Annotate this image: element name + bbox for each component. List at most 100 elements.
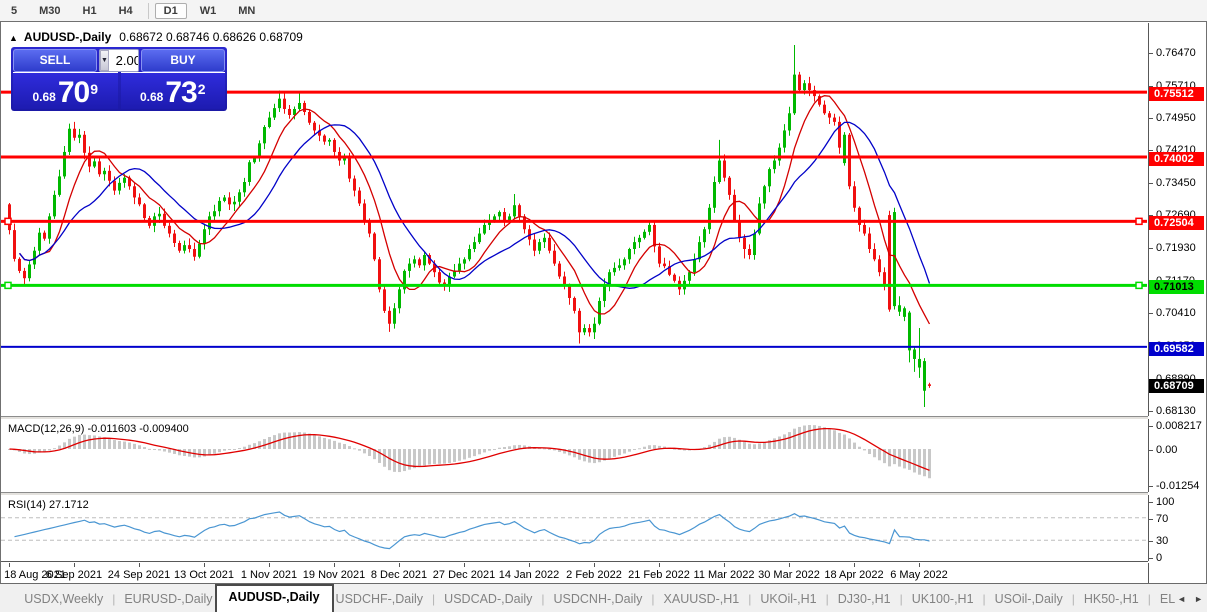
current-price-badge: 0.68709: [1149, 379, 1204, 394]
chart-tab-overflow[interactable]: EL: [1158, 592, 1177, 606]
date-label: 18 Apr 2022: [824, 569, 884, 581]
date-label: 6 May 2022: [890, 569, 948, 581]
tab-separator: |: [899, 591, 903, 606]
axis-label: [1149, 411, 1153, 413]
axis-label: 0.68130: [1156, 405, 1196, 418]
chart-tab-eurusd-daily[interactable]: EURUSD-,Daily: [122, 592, 214, 606]
chart-tab-usdx-weekly[interactable]: USDX,Weekly: [22, 592, 105, 606]
rsi-label: RSI(14) 27.1712: [8, 499, 89, 511]
date-tick: [919, 563, 920, 567]
price-chart-pane[interactable]: ▲ AUDUSD-,Daily 0.68672 0.68746 0.68626 0.…: [1, 23, 1149, 416]
chart-tab-dj30-h1[interactable]: DJ30-,H1: [836, 592, 893, 606]
axis-label: 30: [1156, 535, 1169, 548]
date-axis[interactable]: 18 Aug 2021 6 Sep 2021 24 Sep 2021 13 Oct 2…: [1, 563, 1149, 584]
axis-label: 100: [1156, 496, 1175, 508]
timeframe-button-m30[interactable]: M30: [30, 3, 69, 19]
chart-tab-bar: USDX,Weekly | EURUSD-,Daily AUDUSD-,Daily US…: [0, 583, 1207, 612]
date-label: 2 Feb 2022: [566, 569, 622, 581]
rsi-canvas[interactable]: [1, 495, 1147, 561]
date-label: 6 Sep 2021: [45, 569, 103, 581]
price-axis[interactable]: 0.764700.757100.749500.742100.734500.726…: [1149, 23, 1206, 584]
timeframe-button-d1[interactable]: D1: [154, 2, 187, 19]
date-tick: [724, 563, 725, 567]
axis-label: -0.01254: [1156, 480, 1200, 492]
chart-tab-usoil-daily[interactable]: USOil-,Daily: [993, 592, 1065, 606]
timeframe-button-h1[interactable]: H1: [74, 3, 106, 19]
date-tick: [399, 563, 400, 567]
sell-price-display[interactable]: 0.68 70 9: [13, 72, 118, 109]
axis-label: 0.76470: [1156, 47, 1196, 59]
tab-scroll-right-icon[interactable]: ►: [1194, 594, 1203, 604]
date-tick: [659, 563, 660, 567]
date-tick: [139, 563, 140, 567]
date-label: 14 Jan 2022: [498, 569, 560, 581]
date-label: 19 Nov 2021: [302, 569, 366, 581]
rsi-indicator-pane[interactable]: RSI(14) 27.1712: [1, 495, 1149, 561]
axis-label: 0.74950: [1156, 112, 1196, 125]
pane-divider: [1, 561, 1148, 562]
date-label: 21 Feb 2022: [628, 569, 690, 581]
volume-decrease-button[interactable]: ▼: [100, 50, 109, 71]
axis-label: [1149, 182, 1153, 184]
buy-button[interactable]: BUY: [141, 49, 225, 72]
sell-button[interactable]: SELL: [13, 49, 97, 72]
timeframe-button-w1[interactable]: W1: [191, 3, 226, 19]
sell-price-main: 70: [57, 76, 90, 109]
axis-label: [1149, 486, 1153, 487]
date-tick: [789, 563, 790, 567]
date-label: 24 Sep 2021: [107, 569, 171, 581]
macd-label: MACD(12,26,9) -0.011603 -0.009400: [8, 423, 189, 435]
chart-tab-hk50-h1[interactable]: HK50-,H1: [1082, 592, 1141, 606]
date-tick: [529, 563, 530, 567]
buy-price-display[interactable]: 0.68 73 2: [120, 72, 225, 109]
collapse-panel-icon[interactable]: ▲: [9, 33, 18, 43]
timeframe-button-h4[interactable]: H4: [110, 3, 142, 19]
tab-separator: |: [982, 591, 986, 606]
buy-price-prefix: 0.68: [139, 90, 164, 104]
volume-stepper: ▼ ▲: [99, 49, 139, 72]
chart-tab-xauusd-h1[interactable]: XAUUSD-,H1: [662, 592, 742, 606]
chart-window: ▲ AUDUSD-,Daily 0.68672 0.68746 0.68626 0.…: [0, 21, 1207, 585]
date-tick: [854, 563, 855, 567]
axis-label: [1149, 313, 1153, 315]
date-tick: [594, 563, 595, 567]
timeframe-button-5[interactable]: 5: [2, 3, 26, 19]
tab-separator: |: [748, 591, 752, 606]
axis-label: [1149, 53, 1153, 54]
axis-label: 0.71930: [1156, 241, 1196, 254]
axis-label: 0.70410: [1156, 307, 1196, 320]
axis-label: 0: [1156, 552, 1163, 564]
axis-label: 0.008217: [1156, 420, 1202, 432]
toolbar-separator: [147, 2, 149, 19]
tab-separator: |: [541, 591, 545, 606]
date-tick: [334, 563, 335, 567]
chart-tab-ukoil-h1[interactable]: UKOil-,H1: [758, 592, 818, 606]
date-tick: [269, 563, 270, 567]
axis-label: 70: [1156, 512, 1169, 525]
chart-tab-usdcnh-daily[interactable]: USDCNH-,Daily: [552, 592, 645, 606]
chart-tab-uk100-h1[interactable]: UK100-,H1: [910, 592, 976, 606]
date-tick: [464, 563, 465, 567]
axis-label: [1149, 150, 1153, 152]
axis-label: [1149, 558, 1153, 559]
chart-tab-usdcad-daily[interactable]: USDCAD-,Daily: [442, 592, 534, 606]
timeframe-button-mn[interactable]: MN: [229, 3, 264, 19]
date-label: 13 Oct 2021: [174, 569, 234, 581]
date-tick: [9, 563, 10, 567]
tab-scroll-left-icon[interactable]: ◄: [1177, 594, 1186, 604]
axis-label: 0.00: [1156, 444, 1178, 456]
one-click-trading-panel: SELL ▼ ▲ BUY 0.68 70 9 0.68: [11, 47, 227, 111]
axis-label: 0.73450: [1156, 176, 1196, 189]
tab-separator: |: [1071, 591, 1075, 606]
price-level-badge: 0.74002: [1149, 152, 1204, 166]
buy-price-pip: 2: [197, 81, 206, 97]
macd-indicator-pane[interactable]: MACD(12,26,9) -0.011603 -0.009400: [1, 419, 1149, 492]
volume-input[interactable]: [108, 50, 138, 71]
chart-tab-audusd-daily[interactable]: AUDUSD-,Daily: [214, 584, 334, 612]
date-label: 11 Mar 2022: [693, 569, 755, 581]
chart-tab-usdchf-daily[interactable]: USDCHF-,Daily: [334, 592, 426, 606]
axis-label: [1149, 541, 1153, 543]
tab-separator: |: [651, 591, 655, 606]
date-label: 30 Mar 2022: [758, 569, 820, 581]
chart-title: ▲ AUDUSD-,Daily 0.68672 0.68746 0.68626 0.…: [9, 30, 303, 44]
